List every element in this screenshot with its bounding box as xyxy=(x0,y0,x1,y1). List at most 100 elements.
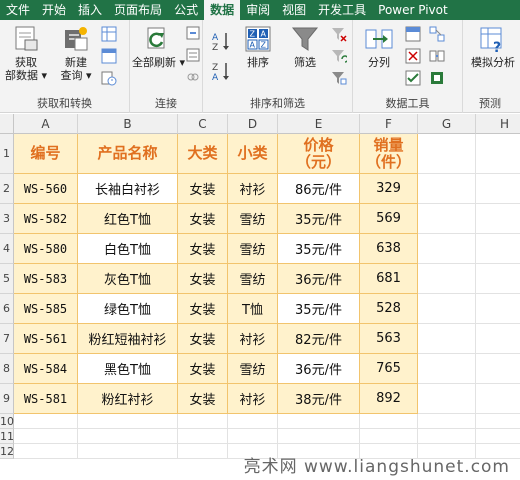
table-header-cell[interactable]: 大类 xyxy=(178,134,228,174)
table-cell-price[interactable]: 38元/件 xyxy=(278,384,360,414)
row-header-9[interactable]: 9 xyxy=(0,384,14,414)
show-queries-icon[interactable] xyxy=(101,26,117,45)
sort-descending-icon[interactable]: ZA xyxy=(211,60,233,85)
empty-cell[interactable] xyxy=(278,429,360,444)
table-cell-subcategory[interactable]: 雪纺 xyxy=(228,354,278,384)
empty-cell[interactable] xyxy=(78,444,178,459)
empty-cell[interactable] xyxy=(418,429,476,444)
table-cell-subcategory[interactable]: 雪纺 xyxy=(228,234,278,264)
empty-cell[interactable] xyxy=(178,414,228,429)
row-header-11[interactable]: 11 xyxy=(0,429,14,444)
empty-cell[interactable] xyxy=(228,429,278,444)
table-cell-price[interactable]: 82元/件 xyxy=(278,324,360,354)
column-header-g[interactable]: G xyxy=(418,114,476,134)
table-cell-product[interactable]: 白色T恤 xyxy=(78,234,178,264)
table-cell-product[interactable]: 红色T恤 xyxy=(78,204,178,234)
empty-cell[interactable] xyxy=(476,264,520,294)
select-all-corner[interactable] xyxy=(0,114,14,134)
empty-cell[interactable] xyxy=(476,204,520,234)
data-validation-icon[interactable] xyxy=(405,70,421,89)
remove-duplicates-icon[interactable] xyxy=(405,48,421,67)
table-header-cell[interactable]: 编号 xyxy=(14,134,78,174)
table-cell-sales[interactable]: 563 xyxy=(360,324,418,354)
relationships-icon[interactable] xyxy=(429,48,445,67)
table-cell-category[interactable]: 女装 xyxy=(178,264,228,294)
column-header-c[interactable]: C xyxy=(178,114,228,134)
table-cell-category[interactable]: 女装 xyxy=(178,294,228,324)
table-cell-category[interactable]: 女装 xyxy=(178,174,228,204)
empty-cell[interactable] xyxy=(278,414,360,429)
table-cell-product[interactable]: 灰色T恤 xyxy=(78,264,178,294)
manage-data-model-icon[interactable] xyxy=(429,70,445,89)
from-table-icon[interactable] xyxy=(101,48,117,67)
row-header-10[interactable]: 10 xyxy=(0,414,14,429)
edit-links-icon[interactable] xyxy=(186,70,200,87)
worksheet-grid[interactable]: A B C D E F G H 1 2 3 4 5 6 7 8 9 10 11 12 编号 产品名称 大类 小类 价格 （元） 销量… xyxy=(0,114,520,480)
connections-icon[interactable] xyxy=(186,26,200,43)
empty-cell[interactable] xyxy=(418,264,476,294)
table-cell-sales[interactable]: 638 xyxy=(360,234,418,264)
sort-button[interactable]: Z A A Z 排序 xyxy=(239,24,277,69)
table-cell-sales[interactable]: 681 xyxy=(360,264,418,294)
column-header-f[interactable]: F xyxy=(360,114,418,134)
empty-cell[interactable] xyxy=(78,414,178,429)
table-cell-id[interactable]: WS-584 xyxy=(14,354,78,384)
empty-cell[interactable] xyxy=(476,324,520,354)
table-cell-id[interactable]: WS-581 xyxy=(14,384,78,414)
table-cell-sales[interactable]: 569 xyxy=(360,204,418,234)
table-cell-price[interactable]: 35元/件 xyxy=(278,234,360,264)
tab-view[interactable]: 视图 xyxy=(276,0,312,20)
empty-cell[interactable] xyxy=(418,354,476,384)
empty-cell[interactable] xyxy=(476,384,520,414)
column-header-e[interactable]: E xyxy=(278,114,360,134)
table-cell-sales[interactable]: 765 xyxy=(360,354,418,384)
empty-cell[interactable] xyxy=(14,414,78,429)
table-cell-product[interactable]: 粉红衬衫 xyxy=(78,384,178,414)
table-header-cell[interactable]: 小类 xyxy=(228,134,278,174)
table-cell-subcategory[interactable]: 衬衫 xyxy=(228,324,278,354)
new-query-button[interactable]: 新建 查询 ▾ xyxy=(54,24,98,82)
empty-cell[interactable] xyxy=(418,324,476,354)
empty-cell[interactable] xyxy=(178,444,228,459)
row-header-1[interactable]: 1 xyxy=(0,134,14,174)
empty-cell[interactable] xyxy=(14,429,78,444)
table-cell-price[interactable]: 86元/件 xyxy=(278,174,360,204)
recent-sources-icon[interactable] xyxy=(101,70,117,89)
row-header-7[interactable]: 7 xyxy=(0,324,14,354)
clear-filter-icon[interactable] xyxy=(331,26,347,45)
empty-cell[interactable] xyxy=(476,354,520,384)
table-cell-price[interactable]: 36元/件 xyxy=(278,354,360,384)
empty-cell[interactable] xyxy=(476,414,520,429)
empty-cell[interactable] xyxy=(14,444,78,459)
table-cell-product[interactable]: 黑色T恤 xyxy=(78,354,178,384)
empty-cell[interactable] xyxy=(476,234,520,264)
column-header-b[interactable]: B xyxy=(78,114,178,134)
filter-button[interactable]: 筛选 xyxy=(285,24,325,69)
table-cell-sales[interactable]: 329 xyxy=(360,174,418,204)
what-if-analysis-button[interactable]: ? 模拟分析 xyxy=(467,24,519,69)
row-header-3[interactable]: 3 xyxy=(0,204,14,234)
table-cell-category[interactable]: 女装 xyxy=(178,384,228,414)
row-header-12[interactable]: 12 xyxy=(0,444,14,459)
table-cell-sales[interactable]: 528 xyxy=(360,294,418,324)
table-cell-category[interactable]: 女装 xyxy=(178,234,228,264)
table-cell-subcategory[interactable]: 衬衫 xyxy=(228,174,278,204)
table-cell-category[interactable]: 女装 xyxy=(178,204,228,234)
empty-cell[interactable] xyxy=(178,429,228,444)
empty-cell[interactable] xyxy=(360,414,418,429)
tab-power-pivot[interactable]: Power Pivot xyxy=(372,0,454,20)
table-cell-product[interactable]: 长袖白衬衫 xyxy=(78,174,178,204)
tab-review[interactable]: 审阅 xyxy=(240,0,276,20)
table-cell-id[interactable]: WS-583 xyxy=(14,264,78,294)
row-header-8[interactable]: 8 xyxy=(0,354,14,384)
empty-cell[interactable] xyxy=(418,204,476,234)
table-cell-subcategory[interactable]: T恤 xyxy=(228,294,278,324)
tab-page-layout[interactable]: 页面布局 xyxy=(108,0,168,20)
table-cell-category[interactable]: 女装 xyxy=(178,354,228,384)
table-cell-category[interactable]: 女装 xyxy=(178,324,228,354)
empty-cell[interactable] xyxy=(360,429,418,444)
table-cell-product[interactable]: 粉红短袖衬衫 xyxy=(78,324,178,354)
empty-cell[interactable] xyxy=(418,294,476,324)
table-cell-id[interactable]: WS-561 xyxy=(14,324,78,354)
empty-cell[interactable] xyxy=(476,429,520,444)
